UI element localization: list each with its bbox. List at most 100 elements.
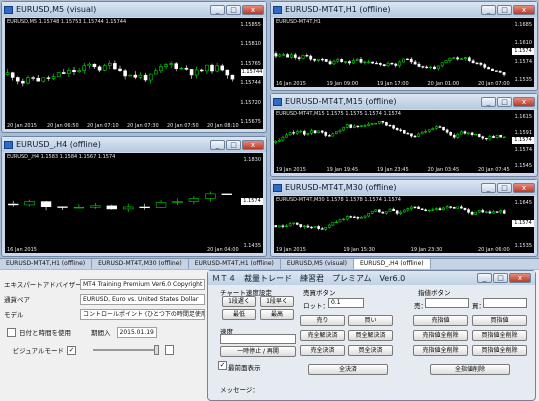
chart-window-m30[interactable]: EURUSD-MT4T,M30 (offline) _ □ x EURUSD-MT4T…: [270, 179, 538, 257]
chart-window-h4[interactable]: EURUSD_,H4 (offline) _ □ x EURUSD_,H4 1.158…: [1, 136, 267, 257]
maximize-button[interactable]: □: [493, 273, 508, 283]
chart-window-h1[interactable]: EURUSD-MT4T,H1 (offline) _ □ x EURUSD-MT4T,…: [270, 1, 538, 91]
buy-limit-field[interactable]: [483, 298, 527, 308]
minimize-button[interactable]: _: [481, 182, 496, 193]
close-button[interactable]: x: [242, 139, 264, 150]
pair-select[interactable]: EURUSD, Euro vs. United States Dollar: [80, 293, 205, 305]
delete-all-limits-button[interactable]: 全指値削除: [430, 364, 510, 375]
symbol-label: EURUSD-MT4T,M15 1.1575 1.1575 1.1574 1.1…: [276, 111, 401, 117]
buy-button[interactable]: 買い: [348, 315, 393, 326]
maximize-button[interactable]: □: [226, 4, 241, 15]
pause-toggle[interactable]: [165, 345, 174, 355]
price-chart[interactable]: EURUSD-MT4T,M30 1.1578 1.1578 1.1574 1.1…: [274, 196, 534, 253]
highest-button[interactable]: 最高: [260, 309, 294, 320]
chart-window-m15[interactable]: EURUSD-MT4T,M15 (offline) _ □ x EURUSD-MT4T…: [270, 93, 538, 177]
candle-body: [349, 216, 353, 218]
lot-field[interactable]: 0.1: [328, 298, 364, 308]
chart-window-m5[interactable]: EURUSD,M5 (visual) _ □ x EURUSD,M5 1.15748 …: [1, 1, 267, 133]
time-tick: 20 Jan 03:45: [427, 167, 460, 173]
close-button[interactable]: x: [509, 273, 531, 283]
candle-body: [381, 211, 385, 214]
minimize-button[interactable]: _: [481, 96, 496, 107]
candle-body: [278, 54, 282, 57]
close-all-button[interactable]: 全決済: [308, 364, 388, 375]
buy-limit-delete-button[interactable]: 買指値全削除: [472, 330, 527, 341]
sell-limit-delete-button[interactable]: 売指値全削除: [413, 330, 468, 341]
price-chart[interactable]: EURUSD_,H4 1.1583 1.1584 1.1567 1.1574 1.…: [5, 153, 263, 253]
maximize-button[interactable]: □: [497, 4, 512, 15]
candle-body: [378, 63, 382, 65]
candle-body: [92, 63, 97, 68]
candle-body: [425, 66, 429, 69]
sell-stop-delete-button[interactable]: 売指値全削除: [413, 345, 468, 356]
sell-button[interactable]: 売り: [300, 315, 345, 326]
chart-tab[interactable]: EURUSD-MT4T,H1 (offline): [189, 259, 281, 269]
candle-body: [359, 59, 363, 63]
minimize-button[interactable]: _: [481, 4, 496, 15]
buy-stop-delete-button[interactable]: 買指値全削除: [472, 345, 527, 356]
close-button[interactable]: x: [513, 182, 535, 193]
chart-tab-active[interactable]: EURUSD_,H4 (offline): [354, 259, 431, 269]
visual-checkbox[interactable]: ✓: [67, 345, 76, 355]
maximize-button[interactable]: □: [497, 96, 512, 107]
buy-all-settle-button[interactable]: 買全解決済: [348, 330, 393, 341]
chart-tab[interactable]: EURUSD,M5 (visual): [281, 259, 355, 269]
candle-body: [295, 131, 299, 134]
buy-all-close-button[interactable]: 買全決済: [348, 345, 393, 356]
candle-body: [56, 72, 61, 77]
candle-body: [405, 58, 409, 61]
price-chart[interactable]: EURUSD,M5 1.15748 1.15753 1.15744 1.1574…: [5, 18, 263, 129]
candle-body: [289, 54, 293, 58]
period-checkbox[interactable]: [7, 327, 16, 337]
candle-body: [386, 62, 390, 67]
candle-body: [474, 211, 477, 215]
lowest-button[interactable]: 最低: [222, 309, 256, 320]
pause-resume-button[interactable]: 一時停止 / 再開: [220, 346, 296, 357]
chart-tab[interactable]: EURUSD-MT4T,M30 (offline): [92, 259, 189, 269]
buy-limit-button[interactable]: 買指値: [472, 315, 527, 326]
slower-button[interactable]: 1段遅く: [222, 296, 256, 307]
sell-limit-field[interactable]: [425, 298, 469, 308]
title-bar[interactable]: EURUSD-MT4T,M30 (offline) _ □ x: [271, 180, 537, 195]
minimize-button[interactable]: _: [477, 273, 492, 283]
title-bar[interactable]: EURUSD-MT4T,H1 (offline) _ □ x: [271, 2, 537, 17]
candle-body: [342, 218, 345, 221]
sell-all-close-button[interactable]: 売全決済: [300, 345, 345, 356]
title-bar[interactable]: EURUSD-MT4T,M15 (offline) _ □ x: [271, 94, 537, 109]
ea-select[interactable]: MT4 Training Premium Ver6.0 Copyright: [80, 278, 205, 290]
price-tick: 1.15855: [240, 22, 261, 28]
close-button[interactable]: x: [242, 4, 264, 15]
slider-thumb[interactable]: [154, 345, 159, 355]
candle-body: [199, 69, 204, 72]
end-date-field[interactable]: 2015.01.19: [116, 326, 157, 338]
title-bar[interactable]: EURUSD_,H4 (offline) _ □ x: [2, 137, 266, 152]
candle-body: [492, 211, 495, 214]
price-chart[interactable]: EURUSD-MT4T,M15 1.1575 1.1575 1.1574 1.1…: [274, 110, 534, 173]
sell-limit-button[interactable]: 売指値: [413, 315, 468, 326]
time-tick: 20 Jan 06:00: [478, 247, 510, 253]
minimize-button[interactable]: _: [210, 4, 225, 15]
candle-body: [123, 206, 134, 210]
maximize-button[interactable]: □: [226, 139, 241, 150]
chart-tab[interactable]: EURUSD-MT4T,H1 (offline): [0, 259, 93, 269]
sell-all-settle-button[interactable]: 売全解決済: [300, 330, 345, 341]
front-checkbox[interactable]: ✓: [218, 361, 227, 370]
time-tick: 20 Jan 07:30: [127, 123, 159, 129]
candle-body: [90, 205, 101, 208]
model-select[interactable]: コントロールポイント (ひとつ下の時間足使用: [80, 308, 205, 320]
minimize-button[interactable]: _: [210, 139, 225, 150]
candle-body: [331, 133, 335, 137]
candle-body: [303, 225, 306, 228]
candle-body: [371, 61, 375, 64]
close-button[interactable]: x: [513, 4, 535, 15]
speed-slider[interactable]: [93, 345, 159, 355]
candle-body: [293, 54, 297, 58]
maximize-button[interactable]: □: [497, 182, 512, 193]
title-bar[interactable]: EURUSD,M5 (visual) _ □ x: [2, 2, 266, 17]
faster-button[interactable]: 1段早く: [260, 296, 294, 307]
panel-title-bar[interactable]: ＭＴ４ 裁量トレード 練習君 プレミアム Ver6.0 _ □ x: [208, 271, 535, 285]
close-button[interactable]: x: [513, 96, 535, 107]
price-chart[interactable]: EURUSD-MT4T,H1 1.1685 1.1610 1.1574 1.1535 1.…: [274, 18, 534, 87]
candle-body: [381, 121, 385, 123]
candle-body: [288, 132, 292, 136]
